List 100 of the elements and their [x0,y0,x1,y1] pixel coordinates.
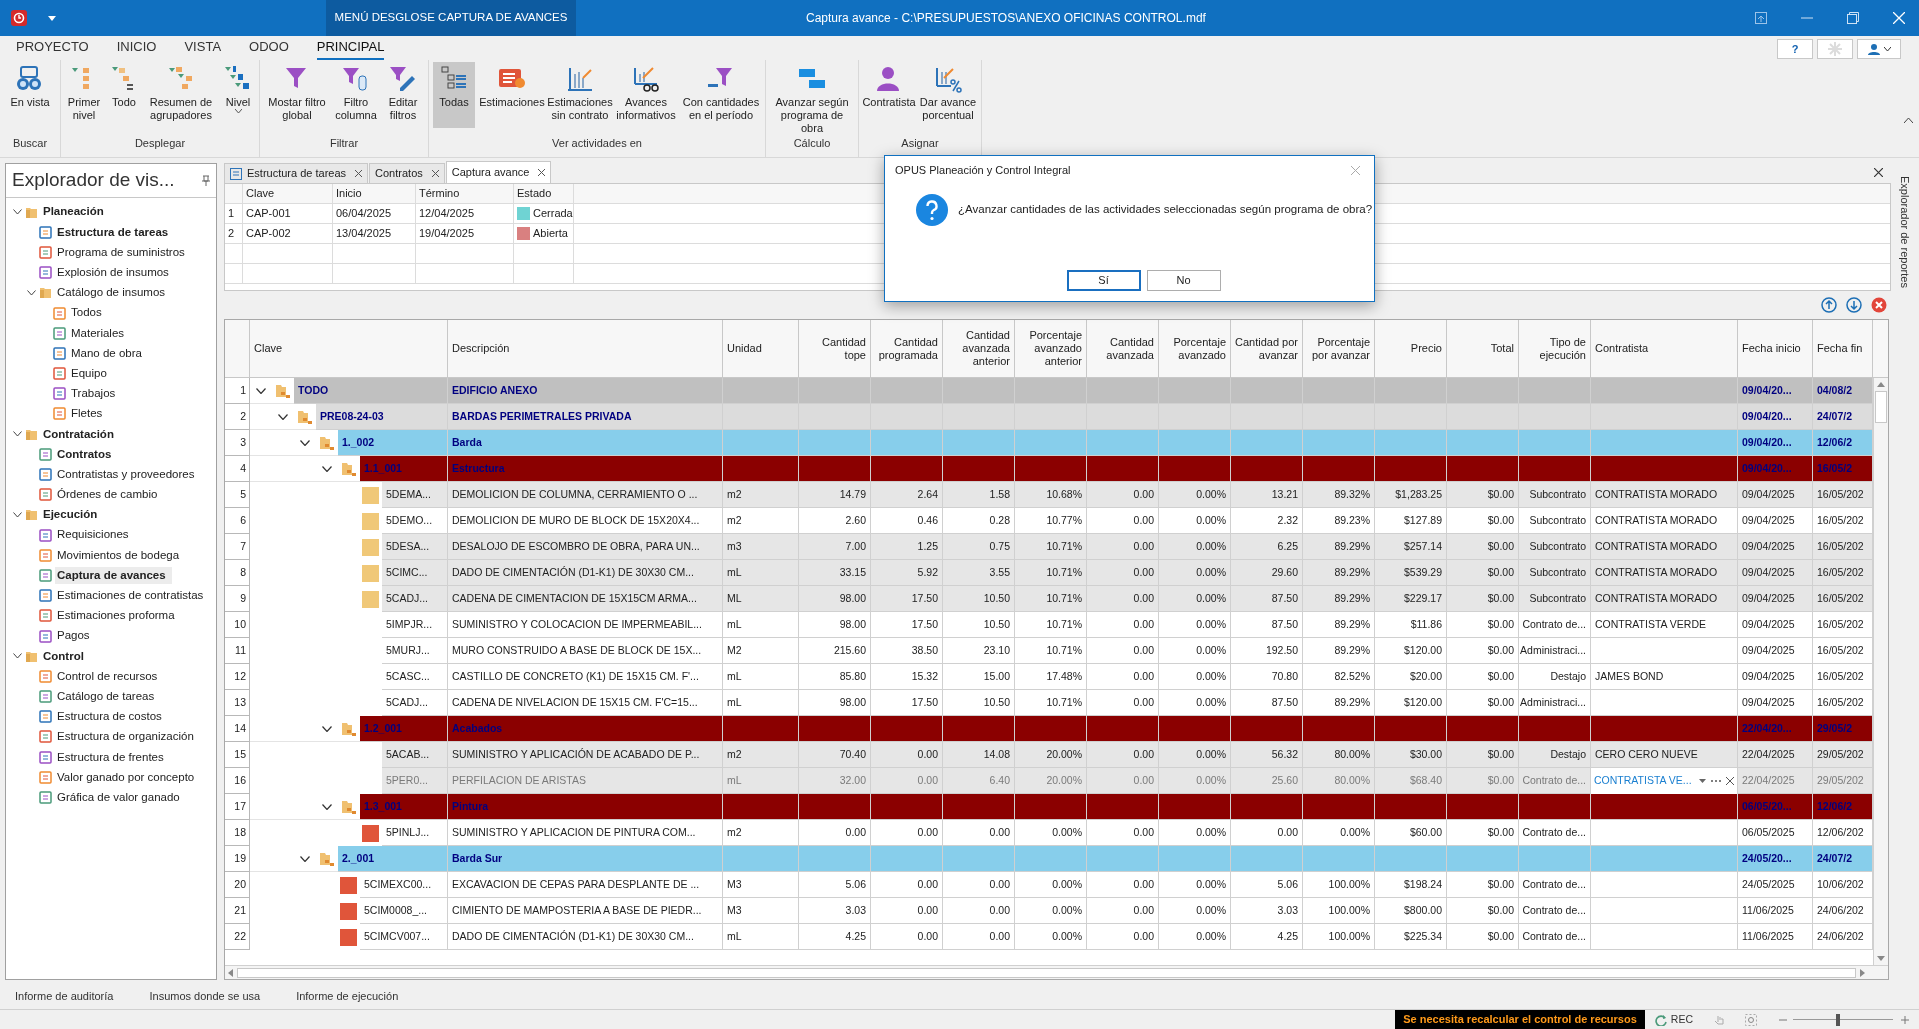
chevron-icon[interactable] [12,431,22,438]
chevron-icon[interactable] [12,511,22,518]
close-icon[interactable] [355,170,363,177]
table-row[interactable]: 5PINLJ... SUMINISTRO Y APLICACION DE PINTURA COM... m2 0.00 0.00 0.00 0.00% 0.00 0.00% 0.00 0.00% $60.00 $0.00 Contrato de... 06/05/2025 12/06/202 [382,820,1873,846]
tree-item[interactable]: Captura de avances [55,566,172,585]
chevron-icon[interactable] [300,855,310,862]
dialog-button[interactable]: No [1146,270,1221,291]
horizontal-scrollbar[interactable] [225,965,1888,979]
tree-item[interactable]: Estructura de costos [55,708,168,726]
tree-item[interactable]: Control de recursos [55,667,164,686]
tree-item[interactable]: Mano de obra [69,344,148,363]
chevron-icon[interactable] [300,439,310,446]
close-icon[interactable] [431,170,439,177]
tree-item[interactable]: Ejecución [41,506,104,524]
chevron-icon[interactable] [26,289,36,296]
tree-item[interactable]: Pagos [55,627,96,645]
tree-item[interactable]: Contratos [55,445,118,463]
close-icon[interactable] [1874,168,1883,177]
clear-icon[interactable] [1726,777,1734,785]
ribbon-button[interactable]: Estimaciones [479,62,545,128]
chevron-icon[interactable] [256,387,266,394]
panel-tab[interactable]: Informe de ejecución [296,987,399,1005]
table-row[interactable]: 5CIM0008_... CIMIENTO DE MAMPOSTERIA A BASE DE PIEDR... M3 3.03 0.00 0.00 0.00% 0.00 0.00% 3.03 100.00% $800.00 $0.00 Contrato de... 11/06/2025 24/06/202 [360,898,1873,924]
menu-tab[interactable]: PRINCIPAL [316,36,385,60]
group-row[interactable]: PRE08-24-03 BARDAS PERIMETRALES PRIVADA 09/04/20... 24/07/2 [316,404,1873,430]
chevron-icon[interactable] [278,413,288,420]
pin-icon[interactable] [202,175,210,186]
move-down-icon[interactable] [1846,297,1862,313]
table-row[interactable]: 5DESA... DESALOJO DE ESCOMBRO DE OBRA, PARA UN... m3 7.00 1.25 0.75 10.71% 0.00 0.00% 6.25 89.29% $257.14 $0.00 Subcontrato CONTRATISTA MORADO 09/04/2025 16/05/202 [382,534,1873,560]
tree-item[interactable]: Estructura de tareas [55,223,175,241]
restore-icon[interactable] [1847,12,1859,24]
document-tab[interactable]: Captura avance [445,161,552,183]
tree-item[interactable]: Trabajos [69,385,122,403]
tree-item[interactable]: Gráfica de valor ganado [55,788,186,807]
menu-tab[interactable]: VISTA [184,36,222,60]
help-button[interactable]: ? [1777,39,1813,59]
dropdown-icon[interactable] [48,15,56,21]
panel-tab[interactable]: Insumos donde se usa [149,987,261,1005]
panel-tab[interactable]: Informe de auditoría [15,987,114,1005]
ribbon-button[interactable]: Filtro columna [334,62,378,128]
tree-item[interactable]: Fletes [69,405,109,423]
table-row[interactable]: 5PER0... PERFILACION DE ARISTAS mL 32.00 0.00 6.40 20.00% 0.00 0.00% 25.60 80.00% $68.40 $0.00 Contrato de... CONTRATISTA VE... 22/04/2025 29/05/202 [382,768,1873,794]
tree-item[interactable]: Contratistas y proveedores [55,465,201,484]
chevron-icon[interactable] [322,803,332,810]
group-row[interactable]: 1._002 Barda 09/04/20... 12/06/2 [338,430,1873,456]
ribbon-button[interactable]: Editar filtros [382,62,424,128]
vertical-scrollbar[interactable] [1873,378,1888,965]
ribbon-button[interactable]: Nivel [221,62,255,128]
tree-item[interactable]: Programa de suministros [55,243,191,262]
tree-item[interactable]: Estructura de frentes [55,748,170,766]
tree-item[interactable]: Catálogo de tareas [55,687,161,706]
close-icon[interactable] [538,169,546,176]
menu-tab[interactable]: INICIO [116,36,157,60]
user-button[interactable] [1857,39,1901,59]
tree-item[interactable]: Requisiciones [55,526,135,544]
table-row[interactable]: 5DEMA... DEMOLICION DE COLUMNA, CERRAMIENTO O ... m2 14.79 2.64 1.58 10.68% 0.00 0.00% 13.21 89.32% $1,283.25 $0.00 Subcontrato CONTRATISTA MORADO 09/04/2025 16/05/202 [382,482,1873,508]
zoom-in-icon[interactable] [1901,1015,1909,1024]
tree-item[interactable]: Estimaciones de contratistas [55,587,210,605]
chevron-icon[interactable] [322,725,332,732]
tree-item[interactable]: Explosión de insumos [55,264,175,282]
ribbon-button[interactable]: Estimaciones sin contrato [549,62,611,128]
table-row[interactable]: 5CIMEXC00... EXCAVACION DE CEPAS PARA DESPLANTE DE ... M3 5.06 0.00 0.00 0.00% 0.00 0.00% 5.06 100.00% $198.24 $0.00 Contrato de... 24/05/2025 10/06/202 [360,872,1873,898]
ribbon-button[interactable]: Primer nivel [65,62,103,128]
group-row[interactable]: TODO EDIFICIO ANEXO 09/04/20... 04/08/2 [294,378,1873,404]
table-row[interactable]: 5ACAB... SUMINISTRO Y APLICACIÓN DE ACABADO DE P... m2 70.40 0.00 14.08 20.00% 0.00 0.00% 56.32 80.00% $30.00 $0.00 Destajo CERO CERO NUEVE 22/04/2025 29/05/202 [382,742,1873,768]
side-panel-tab[interactable]: Explorador de reportes [1896,176,1914,983]
scroll-thumb[interactable] [237,967,1856,978]
menu-tab[interactable]: ODOO [249,36,289,60]
tree-item[interactable]: Control [41,647,90,665]
document-tab[interactable]: Estructura de tareas [224,163,369,183]
ribbon-button[interactable]: Mostar filtro global [264,62,330,128]
scroll-up-icon[interactable] [1877,382,1885,387]
table-row[interactable]: 5CADJ... CADENA DE NIVELACION DE 15X15 CM. F'C=15... mL 98.00 17.50 10.50 10.71% 0.00 0.00% 87.50 89.29% $120.00 $0.00 Administraci... 09/04/2025 16/05/202 [382,690,1873,716]
scroll-right-icon[interactable] [1860,968,1865,977]
chevron-icon[interactable] [12,653,22,660]
move-up-icon[interactable] [1821,297,1837,313]
collapse-ribbon-icon[interactable] [1904,118,1913,123]
scroll-left-icon[interactable] [228,968,233,977]
ribbon-button[interactable]: En vista [4,62,56,128]
dialog-button[interactable]: Sí [1066,270,1141,291]
caret-icon[interactable] [1699,779,1706,783]
table-row[interactable]: 5CIMCV007... DADO DE CIMENTACIÓN (D1-K1) DE 30X30 CM... mL 4.25 0.00 0.00 0.00% 0.00 0.00% 4.25 100.00% $225.34 $0.00 Contrato de... 11/06/2025 24/06/202 [360,924,1873,950]
tree-item[interactable]: Materiales [69,324,131,342]
pin-window-icon[interactable] [1755,12,1767,24]
ribbon-button[interactable]: Contratista [863,62,915,128]
tree-item[interactable]: Catálogo de insumos [55,284,172,302]
ribbon-button[interactable]: Todas [433,62,475,128]
tree-item[interactable]: Estimaciones proforma [55,607,181,625]
scroll-down-icon[interactable] [1877,956,1885,961]
tree-item[interactable]: Equipo [69,364,113,383]
menu-tab[interactable]: PROYECTO [16,36,89,60]
table-row[interactable]: 5IMPJR... SUMINISTRO Y COLOCACION DE IMPERMEABIL... mL 98.00 17.50 10.50 10.71% 0.00 0.00% 87.50 89.29% $11.86 $0.00 Contrato de... CONTRATISTA VERDE 09/04/2025 16/05/202 [382,612,1873,638]
ribbon-button[interactable]: Con cantidades en el período [681,62,761,128]
table-row[interactable]: 5DEMO... DEMOLICION DE MURO DE BLOCK DE 15X20X4... m2 2.60 0.46 0.28 10.77% 0.00 0.00% 2.32 89.23% $127.89 $0.00 Subcontrato CONTRATISTA MORADO 09/04/2025 16/05/202 [382,508,1873,534]
table-row[interactable]: 5CASC... CASTILLO DE CONCRETO (K1) DE 15X15 CM. F'... mL 85.80 15.32 15.00 17.48% 0.00 0.00% 70.80 82.52% $20.00 $0.00 Destajo JAMES BOND 09/04/2025 16/05/202 [382,664,1873,690]
table-row[interactable]: 5MURJ... MURO CONSTRUIDO A BASE DE BLOCK DE 15X... M2 215.60 38.50 23.10 10.71% 0.00 0.00% 192.50 89.29% $120.00 $0.00 Administraci... 09/04/2025 16/05/202 [382,638,1873,664]
record-label[interactable]: REC [1670,1011,1693,1028]
tree-item[interactable]: Movimientos de bodega [55,546,186,564]
tree-item[interactable]: Valor ganado por concepto [55,768,201,786]
tree-item[interactable]: Órdenes de cambio [55,486,164,504]
